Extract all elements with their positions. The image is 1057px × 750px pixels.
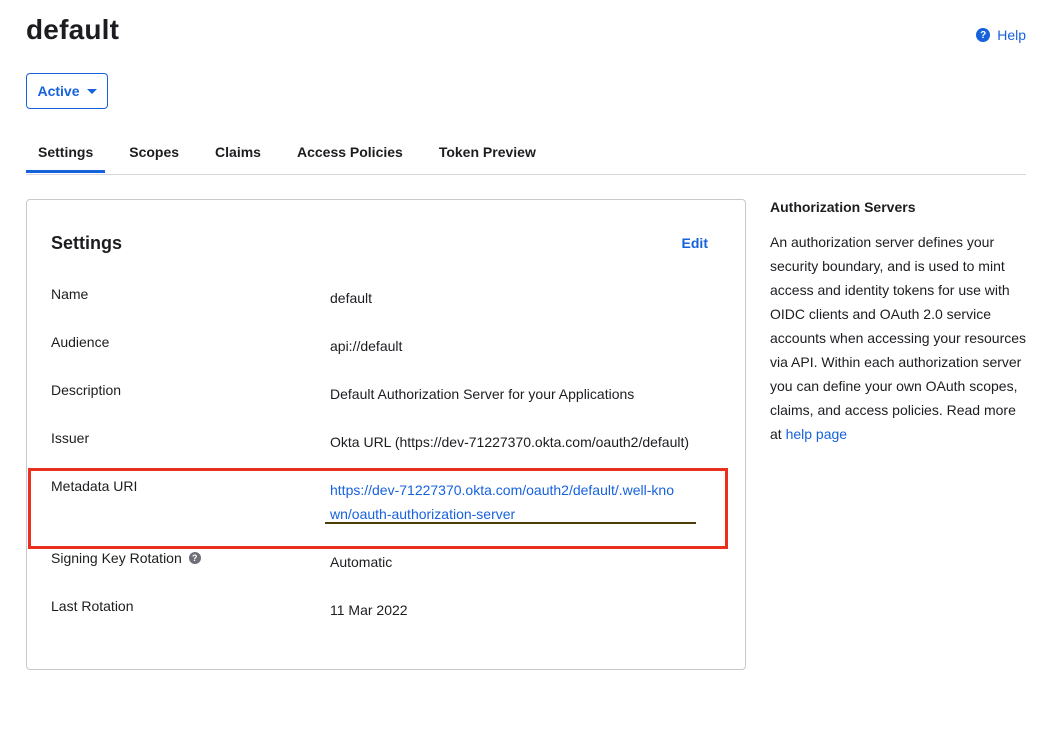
page-title: default [26, 14, 120, 45]
tab-access-policies[interactable]: Access Policies [285, 133, 415, 173]
row-label-text: Signing Key Rotation [51, 550, 182, 566]
tab-settings[interactable]: Settings [26, 133, 106, 173]
settings-panel-title: Settings [51, 233, 123, 253]
question-circle-icon[interactable]: ? [188, 552, 201, 564]
help-label: Help [997, 27, 1026, 43]
caret-down-icon [86, 89, 97, 94]
row-label: Signing Key Rotation ? [51, 550, 311, 566]
settings-panel: Settings Edit Name default Audience api:… [26, 199, 746, 670]
row-label: Issuer [51, 430, 90, 446]
tab-bar: Settings Scopes Claims Access Policies T… [26, 133, 1026, 175]
row-label: Name [51, 286, 89, 302]
row-value: Automatic [330, 554, 393, 570]
help-sidebar: Authorization Servers An authorization s… [770, 199, 1030, 446]
sidebar-description: An authorization server defines your sec… [770, 230, 1030, 446]
status-dropdown[interactable]: Active [26, 73, 108, 109]
row-value: 11 Mar 2022 [330, 602, 408, 618]
edit-button[interactable]: Edit [682, 235, 708, 251]
question-circle-icon: ? [976, 28, 991, 42]
tab-claims[interactable]: Claims [203, 133, 273, 173]
row-label: Last Rotation [51, 598, 134, 614]
sidebar-description-text: An authorization server defines your sec… [770, 234, 1027, 442]
row-label: Description [51, 382, 122, 398]
row-label: Metadata URI [51, 478, 138, 494]
row-value: default [330, 290, 373, 306]
status-dropdown-label: Active [37, 83, 80, 99]
tab-scopes[interactable]: Scopes [117, 133, 191, 173]
row-value: Default Authorization Server for your Ap… [330, 386, 635, 402]
help-link[interactable]: ? Help [976, 27, 1026, 43]
help-page-link[interactable]: help page [786, 426, 848, 442]
tab-token-preview[interactable]: Token Preview [427, 133, 548, 173]
row-label: Audience [51, 334, 110, 350]
metadata-uri-link[interactable]: https://dev-71227370.okta.com/oauth2/def… [330, 478, 680, 526]
row-value: Okta URL (https://dev-71227370.okta.com/… [330, 434, 690, 450]
sidebar-title: Authorization Servers [770, 199, 916, 215]
row-value: api://default [330, 338, 403, 354]
